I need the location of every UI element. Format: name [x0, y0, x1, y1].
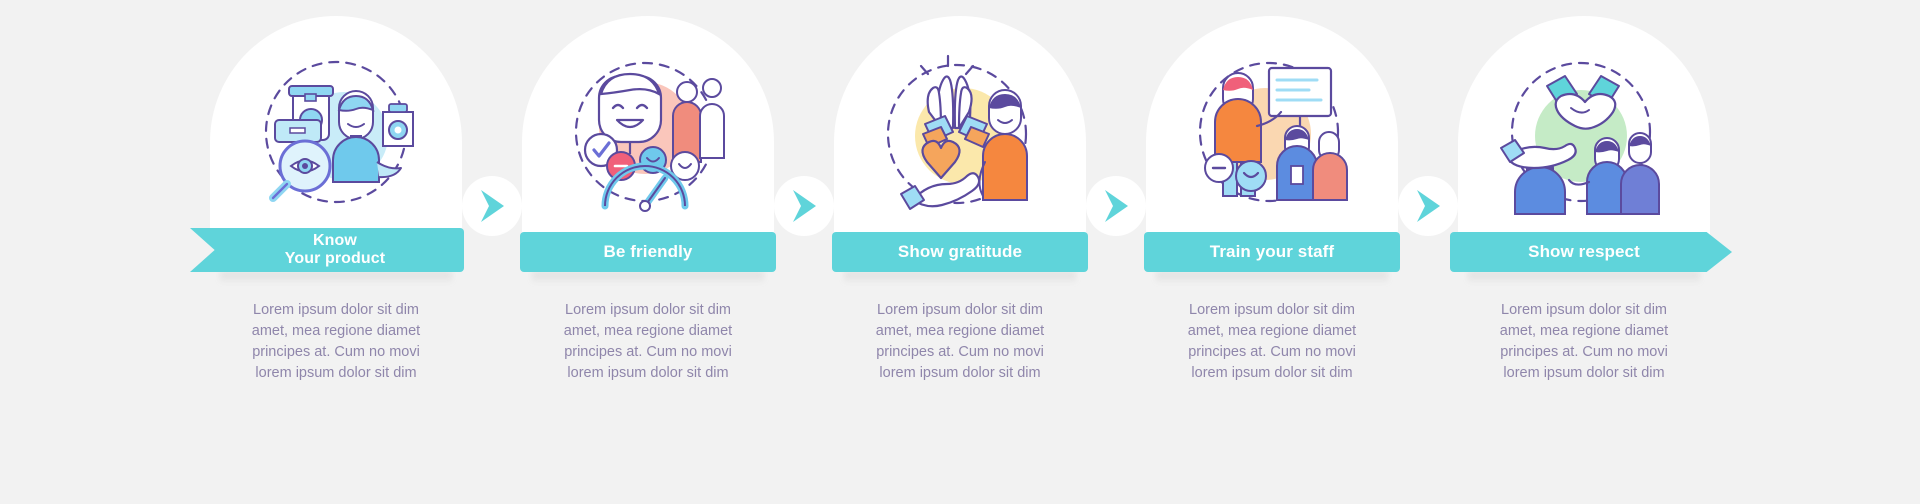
step-4: Train your staff Lorem ipsum dolor sit d…: [1116, 0, 1428, 504]
step-5-body: Lorem ipsum dolor sit dim amet, mea regi…: [1499, 302, 1669, 382]
step-4-body: Lorem ipsum dolor sit dim amet, mea regi…: [1187, 302, 1357, 382]
infographic-board: Know Your product Lorem ipsum dolor sit …: [0, 0, 1920, 504]
step-3-label[interactable]: Show gratitude: [832, 232, 1088, 272]
step-3-label-shadow: [844, 272, 1076, 284]
step-2: Be friendly Lorem ipsum dolor sit dim am…: [492, 0, 804, 504]
step-3-body: Lorem ipsum dolor sit dim amet, mea regi…: [875, 302, 1045, 382]
step-5-label-text: Show respect: [1528, 242, 1640, 262]
step-3-label-text: Show gratitude: [897, 242, 1023, 262]
step-1-label-shadow: [220, 272, 452, 284]
step-3-card: [834, 16, 1086, 244]
step-1: Know Your product Lorem ipsum dolor sit …: [180, 0, 492, 504]
step-5: Show respect Lorem ipsum dolor sit dim a…: [1428, 0, 1740, 504]
step-1-card: [210, 16, 462, 244]
step-2-body: Lorem ipsum dolor sit dim amet, mea regi…: [563, 302, 733, 382]
step-2-label-shadow: [532, 272, 764, 284]
respect-handshake-icon: [1489, 50, 1679, 220]
step-2-label[interactable]: Be friendly: [520, 232, 776, 272]
step-5-card: [1458, 16, 1710, 244]
friendly-smile-satisfaction-icon: [553, 50, 743, 220]
step-4-label-shadow: [1156, 272, 1388, 284]
step-5-label-shadow: [1468, 272, 1700, 284]
product-knowledge-icon: [241, 50, 431, 220]
gratitude-praying-hands-heart-icon: [865, 50, 1055, 220]
step-4-label[interactable]: Train your staff: [1144, 232, 1400, 272]
step-2-card: [522, 16, 774, 244]
step-5-label[interactable]: Show respect: [1450, 232, 1732, 272]
staff-training-presentation-icon: [1177, 50, 1367, 220]
step-4-card: [1146, 16, 1398, 244]
step-2-label-text: Be friendly: [603, 242, 693, 262]
step-1-label[interactable]: Know Your product: [190, 228, 464, 272]
step-4-label-text: Train your staff: [1209, 242, 1335, 262]
step-1-label-text: Know Your product: [284, 232, 386, 267]
step-3: Show gratitude Lorem ipsum dolor sit dim…: [804, 0, 1116, 504]
step-1-body: Lorem ipsum dolor sit dim amet, mea regi…: [251, 302, 421, 382]
